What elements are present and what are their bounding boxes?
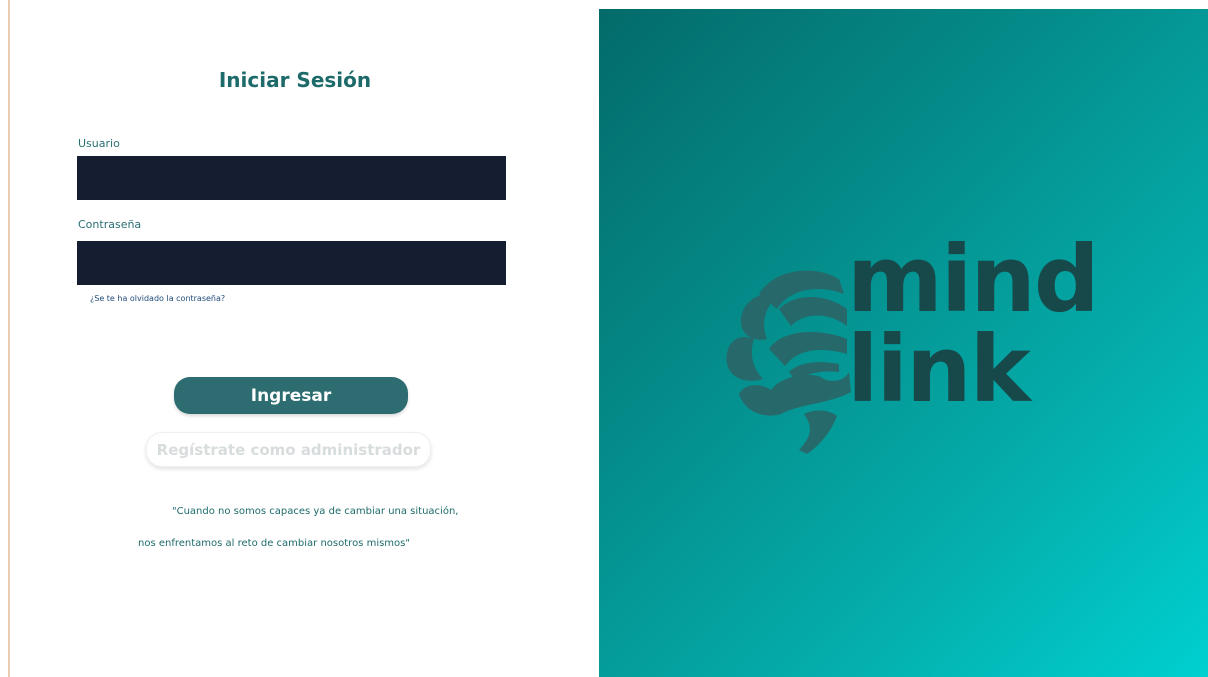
register-admin-button[interactable]: Regístrate como administrador: [146, 432, 431, 467]
quote-line-2: nos enfrentamos al reto de cambiar nosot…: [138, 538, 410, 549]
login-panel: Iniciar Sesión Usuario Contraseña ¿Se te…: [10, 0, 599, 677]
password-input[interactable]: [77, 241, 506, 285]
logo-word-mind: mind: [847, 226, 1100, 333]
logo-word-link: link: [847, 316, 1031, 423]
login-button[interactable]: Ingresar: [174, 377, 408, 414]
register-admin-button-label: Regístrate como administrador: [156, 440, 421, 459]
login-page: Iniciar Sesión Usuario Contraseña ¿Se te…: [0, 0, 1208, 677]
forgot-password-link[interactable]: ¿Se te ha olvidado la contraseña?: [90, 294, 225, 303]
page-title: Iniciar Sesión: [218, 68, 372, 92]
mindlink-logo: mind link: [719, 234, 1109, 459]
login-button-label: Ingresar: [250, 385, 332, 406]
username-label: Usuario: [78, 137, 120, 150]
username-input[interactable]: [77, 156, 506, 200]
quote-line-1: "Cuando no somos capaces ya de cambiar u…: [172, 506, 459, 517]
password-label: Contraseña: [78, 218, 142, 231]
brand-panel: mind link: [599, 9, 1208, 677]
